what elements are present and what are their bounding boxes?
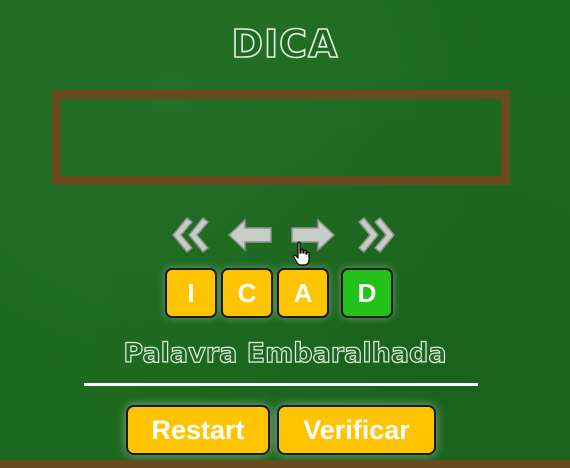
hint-box <box>52 90 510 185</box>
hint-title: DICA <box>231 21 339 67</box>
double-chevron-left-icon[interactable] <box>165 212 215 258</box>
chalkboard: DICA I C A D Palavra Embaralhada Restart… <box>0 0 570 468</box>
navigation-arrows <box>0 212 570 258</box>
verify-button[interactable]: Verificar <box>277 405 436 455</box>
hand-cursor-icon <box>292 241 312 267</box>
action-buttons: Restart Verificar <box>0 405 570 457</box>
letter-tile[interactable]: D <box>341 268 393 318</box>
board-frame-bottom <box>0 460 570 468</box>
letter-tile[interactable]: I <box>165 268 217 318</box>
letter-tile[interactable]: C <box>221 268 273 318</box>
restart-button[interactable]: Restart <box>126 405 270 455</box>
scrambled-word-label: Palavra Embaralhada <box>123 337 447 369</box>
underline-divider <box>84 383 478 386</box>
letter-tiles: I C A D <box>0 268 570 320</box>
arrow-left-icon[interactable] <box>225 212 275 258</box>
letter-tile[interactable]: A <box>277 268 329 318</box>
double-chevron-right-icon[interactable] <box>352 212 402 258</box>
